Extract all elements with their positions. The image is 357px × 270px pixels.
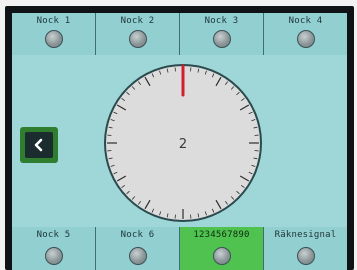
top-indicator-row: Nock 1 Nock 2 Nock 3 Nock 4 (12, 13, 347, 55)
indicator-knob-icon (296, 247, 315, 265)
bottom-indicator-row: Nock 5 Nock 6 1234567890 Räknesignal (12, 227, 347, 270)
tile-nock-6[interactable]: Nock 6 (96, 227, 179, 270)
indicator-knob-icon (44, 30, 63, 48)
indicator-knob-icon (296, 30, 315, 48)
hmi-screen: Nock 1 Nock 2 Nock 3 Nock 4 2 Nock 5 Noc… (12, 13, 347, 270)
tile-nock-1[interactable]: Nock 1 (12, 13, 95, 55)
tile-label: Nock 1 (36, 16, 71, 26)
tile-label: Räknesignal (274, 230, 337, 240)
indicator-knob-icon (128, 30, 147, 48)
tile-label: Nock 3 (204, 16, 239, 26)
device-frame: Nock 1 Nock 2 Nock 3 Nock 4 2 Nock 5 Noc… (0, 0, 357, 270)
tile-label: Nock 5 (36, 230, 71, 240)
tile-nock-2[interactable]: Nock 2 (96, 13, 179, 55)
dial: 2 (104, 64, 262, 222)
tile-label: Nock 4 (288, 16, 323, 26)
dial-panel: 2 (12, 56, 347, 226)
tile-raknesignal[interactable]: Räknesignal (264, 227, 347, 270)
indicator-knob-icon (212, 30, 231, 48)
tile-counter[interactable]: 1234567890 (180, 227, 263, 270)
tile-label: Nock 6 (120, 230, 155, 240)
tile-nock-4[interactable]: Nock 4 (264, 13, 347, 55)
tile-label: Nock 2 (120, 16, 155, 26)
tile-nock-5[interactable]: Nock 5 (12, 227, 95, 270)
dial-center-value: 2 (179, 137, 187, 152)
indicator-knob-icon (44, 247, 63, 265)
indicator-knob-icon (128, 247, 147, 265)
indicator-knob-icon (212, 247, 231, 265)
tile-nock-3[interactable]: Nock 3 (180, 13, 263, 55)
tile-label: 1234567890 (193, 230, 250, 240)
